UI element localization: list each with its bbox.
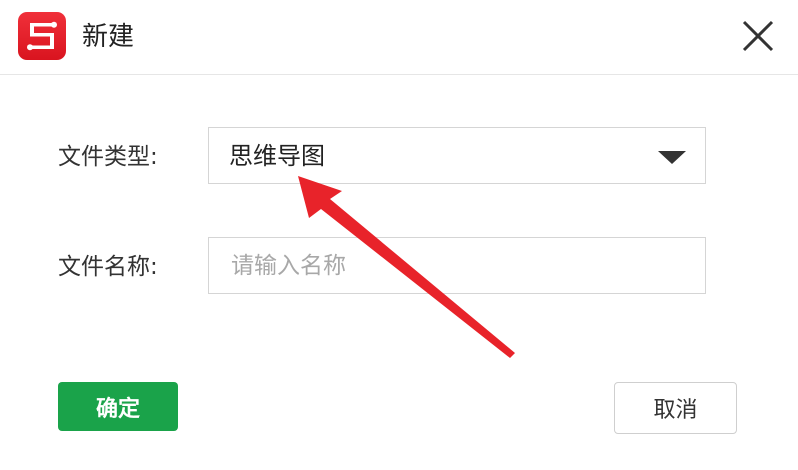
file-name-label: 文件名称:	[58, 254, 158, 280]
close-icon[interactable]	[738, 16, 778, 56]
app-logo-icon	[18, 12, 66, 60]
dropdown-arrow-icon[interactable]	[658, 151, 686, 164]
file-name-input[interactable]	[208, 237, 706, 294]
file-type-select[interactable]: 思维导图	[208, 127, 706, 184]
new-file-dialog: 新建 文件类型: 思维导图 文件名称: 确定 取消	[0, 0, 798, 470]
dialog-titlebar: 新建	[0, 0, 798, 75]
file-type-label: 文件类型:	[58, 144, 158, 170]
file-type-selected-value: 思维导图	[229, 142, 325, 170]
confirm-button[interactable]: 确定	[58, 382, 178, 431]
dialog-title: 新建	[82, 22, 135, 52]
cancel-button[interactable]: 取消	[614, 382, 737, 434]
